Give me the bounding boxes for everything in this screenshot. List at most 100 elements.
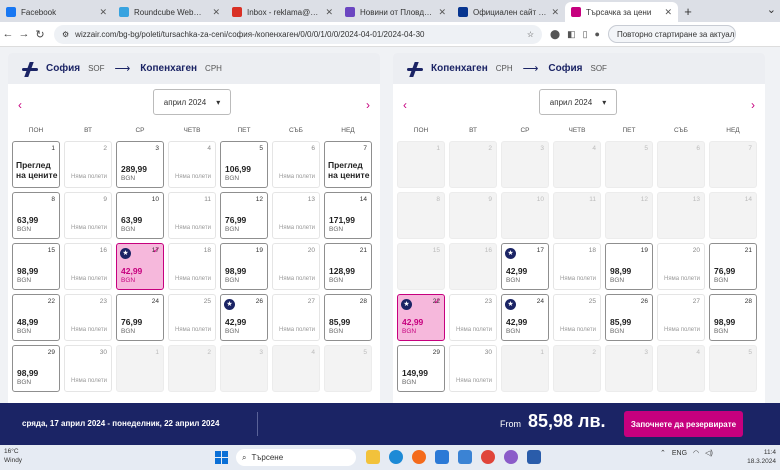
weather-widget[interactable]: 16°C Windy (4, 447, 22, 465)
calendar-day[interactable]: 7 Преглед на цените (324, 141, 372, 188)
calendar-day: 20 Няма полети (272, 243, 320, 290)
chevron-up-icon[interactable]: ⌃ (660, 449, 666, 457)
calendar-day[interactable]: 24 ★ 42,99 BGN (501, 294, 549, 341)
prev-month-icon[interactable]: ‹ (403, 98, 407, 112)
address-bar[interactable]: ⚙ wizzair.com/bg-bg/poleti/tursachka-za-… (54, 24, 542, 44)
calendar-day[interactable]: 1 Преглед на цените (12, 141, 60, 188)
browser-tab[interactable]: Търсачка за цени ✕ (565, 2, 678, 22)
calendar-day[interactable]: 12 76,99 BGN (220, 192, 268, 239)
calendar-day[interactable]: 22 ★ ✓ 42,99 BGN (397, 294, 445, 341)
wifi-icon[interactable]: ◠ (693, 449, 699, 457)
close-icon[interactable]: ✕ (664, 7, 672, 18)
browser-tab[interactable]: Facebook ✕ (0, 2, 113, 22)
taskbar-apps (366, 450, 541, 464)
chrome-icon[interactable] (481, 450, 495, 464)
fare-currency: BGN (121, 175, 136, 182)
profile-icon[interactable]: ● (595, 29, 600, 40)
back-icon[interactable]: ← (0, 28, 16, 40)
calendar-day[interactable]: 19 98,99 BGN (605, 243, 653, 290)
windows-start-icon[interactable] (215, 451, 228, 464)
new-tab-button[interactable]: + (678, 2, 698, 22)
sidebar-icon[interactable]: ▯ (583, 29, 588, 40)
prev-month-icon[interactable]: ‹ (18, 98, 22, 112)
window-controls[interactable]: ⌄ (767, 3, 776, 16)
store-icon[interactable] (458, 450, 472, 464)
clock[interactable]: 11:4 18.3.2024 (747, 448, 776, 466)
next-month-icon[interactable]: › (751, 98, 755, 112)
system-tray: ⌃ ENG ◠ ◁) (660, 449, 713, 458)
fare-price: 98,99 (17, 368, 39, 378)
close-icon[interactable]: ✕ (551, 7, 559, 18)
month-select[interactable]: април 2024 ▾ (153, 89, 231, 115)
calendar-day[interactable]: 28 85,99 BGN (324, 294, 372, 341)
calendar-day[interactable]: 17 ★ 42,99 BGN (501, 243, 549, 290)
file-explorer-icon[interactable] (366, 450, 380, 464)
language-indicator[interactable]: ENG (672, 450, 687, 457)
calendar-day[interactable]: 26 ★ 42,99 BGN (220, 294, 268, 341)
close-icon[interactable]: ✕ (325, 7, 333, 18)
start-booking-button[interactable]: Започнете да резервирате (624, 411, 743, 437)
view-prices-link[interactable]: Преглед на цените (16, 160, 59, 180)
calendar-day[interactable]: 24 76,99 BGN (116, 294, 164, 341)
next-month-icon[interactable]: › (366, 98, 370, 112)
restart-update-button[interactable]: Повторно стартиране за актуализиране (607, 25, 736, 43)
calendar-day: 18 Няма полети (553, 243, 601, 290)
puzzle-icon[interactable]: ◧ (567, 29, 576, 40)
calendar-day[interactable]: 22 48,99 BGN (12, 294, 60, 341)
calendar-day[interactable]: 14 171,99 BGN (324, 192, 372, 239)
bookmark-star-icon[interactable]: ☆ (527, 30, 534, 39)
fare-currency: BGN (714, 328, 729, 335)
firefox-icon[interactable] (412, 450, 426, 464)
volume-icon[interactable]: ◁) (705, 449, 713, 457)
browser-tab[interactable]: Официален сайт Ryanair ✕ (452, 2, 565, 22)
taskbar-search[interactable]: ⌕ Търсене (236, 449, 356, 466)
close-icon[interactable]: ✕ (99, 7, 107, 18)
calendar-day[interactable]: 19 98,99 BGN (220, 243, 268, 290)
close-icon[interactable]: ✕ (438, 7, 446, 18)
dropdown-caret-icon: ▾ (216, 97, 221, 107)
site-info-icon[interactable]: ⚙ (62, 30, 69, 39)
day-number: 11 (204, 196, 211, 203)
word-icon[interactable] (527, 450, 541, 464)
day-number: 2 (592, 349, 596, 356)
calendar-day[interactable]: 8 63,99 BGN (12, 192, 60, 239)
month-select[interactable]: април 2024 ▾ (539, 89, 617, 115)
extension-icon[interactable]: ⬤ (550, 29, 560, 40)
viber-icon[interactable] (504, 450, 518, 464)
lowest-fare-star-icon: ★ (401, 299, 412, 310)
view-prices-link[interactable]: Преглед на цените (328, 160, 371, 180)
mail-icon[interactable] (435, 450, 449, 464)
calendar-day[interactable]: 10 63,99 BGN (116, 192, 164, 239)
calendar-day[interactable]: 28 98,99 BGN (709, 294, 757, 341)
calendar-day: 2 Няма полети (64, 141, 112, 188)
calendar-day[interactable]: 17 ★ ✓ 42,99 BGN (116, 243, 164, 290)
calendar-day[interactable]: 29 149,99 BGN (397, 345, 445, 392)
favicon-icon (119, 7, 129, 17)
calendar-day[interactable]: 21 128,99 BGN (324, 243, 372, 290)
calendar-day-disabled: 7 (709, 141, 757, 188)
close-icon[interactable]: ✕ (212, 7, 220, 18)
browser-tab[interactable]: Roundcube Webmail :: Inb ✕ (113, 2, 226, 22)
calendar-day[interactable]: 21 76,99 BGN (709, 243, 757, 290)
forward-icon[interactable]: → (16, 28, 32, 40)
calendar-day[interactable]: 5 106,99 BGN (220, 141, 268, 188)
calendar-day: 27 Няма полети (272, 294, 320, 341)
browser-tab[interactable]: Inbox - reklama@poctepe ✕ (226, 2, 339, 22)
weekday-label: ВТ (84, 127, 92, 134)
calendar-day[interactable]: 15 98,99 BGN (12, 243, 60, 290)
edge-icon[interactable] (389, 450, 403, 464)
calendar-day[interactable]: 26 85,99 BGN (605, 294, 653, 341)
day-number: 7 (748, 145, 752, 152)
no-flights-label: Няма полети (175, 174, 211, 180)
calendar-day[interactable]: 29 98,99 BGN (12, 345, 60, 392)
reload-icon[interactable]: ↻ (32, 28, 48, 41)
browser-tab-bar: Facebook✕Roundcube Webmail :: Inb✕Inbox … (0, 0, 780, 22)
browser-tab[interactable]: Новини от Пловдив - Акт ✕ (339, 2, 452, 22)
weekday-label: НЕД (726, 127, 740, 134)
day-number: 30 (484, 349, 492, 356)
calendar-day-disabled: 6 (657, 141, 705, 188)
calendar-day: 13 Няма полети (272, 192, 320, 239)
fare-price: 149,99 (402, 368, 428, 378)
origin-city: София (46, 63, 81, 74)
calendar-day[interactable]: 3 289,99 BGN (116, 141, 164, 188)
